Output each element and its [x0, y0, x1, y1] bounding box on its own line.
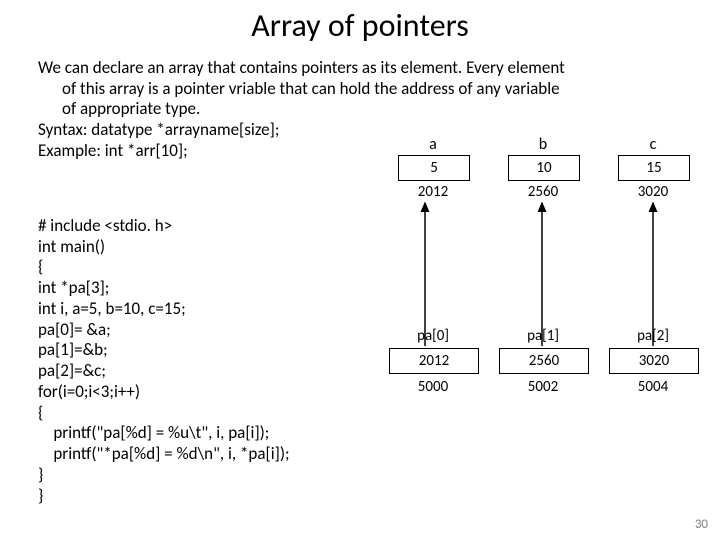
pa-address: 5002: [498, 378, 588, 396]
var-address: 2012: [388, 183, 478, 201]
pa-address: 5000: [388, 378, 478, 396]
var-address: 2560: [498, 183, 588, 201]
var-value-box: 5: [398, 155, 470, 181]
para-line: We can declare an array that contains po…: [38, 58, 683, 79]
var-value-box: 10: [508, 155, 580, 181]
pa-label: pa[2]: [608, 327, 698, 345]
para-line: of appropriate type.: [38, 99, 683, 120]
pointer-diagram: a 5 2012 pa[0] 2012 5000 b 10 2560 pa[1]…: [380, 135, 710, 435]
pa-value-box: 2012: [389, 348, 479, 374]
pa-value-box: 2560: [499, 348, 589, 374]
page-number: 30: [695, 517, 708, 532]
pa-label: pa[1]: [498, 327, 588, 345]
slide: Array of pointers We can declare an arra…: [0, 0, 720, 540]
pa-label: pa[0]: [388, 327, 478, 345]
para-line: of this array is a pointer vriable that …: [38, 79, 683, 100]
pa-address: 5004: [608, 378, 698, 396]
var-address: 3020: [608, 183, 698, 201]
pa-value-box: 3020: [609, 348, 699, 374]
var-label: b: [498, 135, 588, 154]
slide-title: Array of pointers: [0, 0, 720, 45]
var-label: a: [388, 135, 478, 154]
var-label: c: [608, 135, 698, 154]
var-value-box: 15: [618, 155, 690, 181]
code-block: # include <stdio. h> int main() { int *p…: [38, 216, 398, 506]
